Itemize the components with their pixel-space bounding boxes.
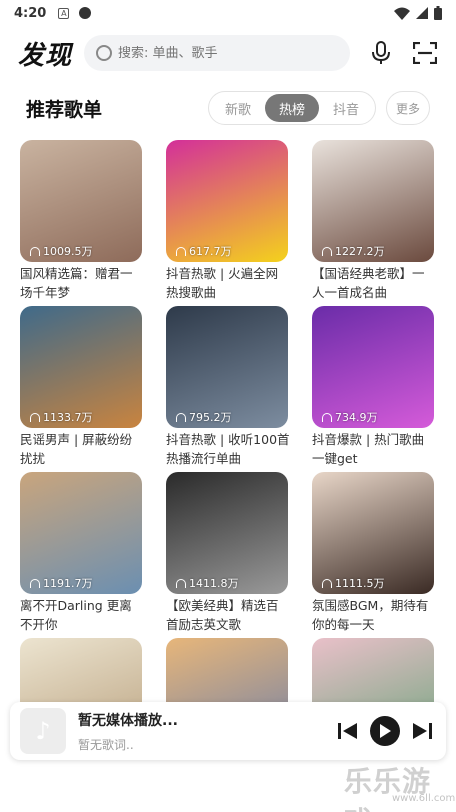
section-row: 推荐歌单 新歌 热榜 抖音 更多 (0, 90, 456, 126)
play-count: 1191.7万 (30, 575, 93, 591)
headphones-icon (176, 578, 186, 588)
play-count-text: 1111.5万 (335, 577, 385, 590)
playlist-cover[interactable]: 1133.7万 (20, 306, 142, 428)
playlist-title[interactable]: 【欧美经典】精选百首励志英文歌 (166, 596, 290, 634)
play-icon (380, 724, 391, 738)
playlist-card[interactable]: 1111.5万氛围感BGM，期待有你的每一天 (312, 472, 436, 632)
play-count-text: 1009.5万 (43, 245, 93, 258)
wifi-icon (394, 7, 410, 20)
playlist-title[interactable] (20, 762, 144, 800)
player-lyric: 暂无歌词.. (78, 737, 134, 752)
play-count: 1009.5万 (30, 243, 93, 259)
headphones-icon (322, 412, 332, 422)
tab-new-songs[interactable]: 新歌 (211, 94, 265, 122)
search-input[interactable] (118, 45, 319, 61)
microphone-icon[interactable] (368, 40, 394, 66)
mini-player[interactable]: ♪ 暂无媒体播放... 暂无歌词.. (10, 702, 446, 760)
playlist-title[interactable]: 民谣男声 | 屏蔽纷纷扰扰 (20, 430, 144, 468)
headphones-icon (322, 578, 332, 588)
playlist-title[interactable]: 【国语经典老歌】一人一首成名曲 (312, 264, 436, 302)
status-bar: 4:20 A (0, 0, 456, 26)
playlist-card[interactable]: 617.7万抖音热歌 | 火遍全网热搜歌曲 (166, 140, 290, 300)
player-controls (334, 716, 436, 746)
search-bar[interactable] (84, 35, 350, 71)
play-count: 1111.5万 (322, 575, 385, 591)
headphones-icon (30, 578, 40, 588)
play-count: 734.9万 (322, 409, 378, 425)
playlist-card[interactable]: 795.2万抖音热歌 | 收听100首热播流行单曲 (166, 306, 290, 466)
play-button[interactable] (370, 716, 400, 746)
playlist-cover[interactable]: 1111.5万 (312, 472, 434, 594)
tab-hot-chart[interactable]: 热榜 (265, 94, 319, 122)
playlist-cover[interactable]: 1191.7万 (20, 472, 142, 594)
play-count: 795.2万 (176, 409, 232, 425)
playlist-title[interactable]: 抖音爆款 | 热门歌曲一键get (312, 430, 436, 468)
playlist-cover[interactable]: 1411.8万 (166, 472, 288, 594)
headphones-icon (30, 246, 40, 256)
playlist-grid: 1009.5万 国风精选篇：赠君一场千年梦 617.7万 抖音热歌 | 火遍全网热搜歌… (20, 140, 436, 794)
playlist-title[interactable]: 抖音热歌 | 收听100首热播流行单曲 (166, 430, 290, 468)
play-count-text: 1227.2万 (335, 245, 385, 258)
next-icon[interactable] (408, 717, 436, 745)
header: 发现 (0, 30, 456, 76)
playlist-title[interactable]: 离不开Darling 更离不开你 (20, 596, 144, 634)
notification-dot-icon (79, 7, 92, 19)
play-count-text: 617.7万 (189, 245, 232, 258)
music-note-icon: ♪ (20, 708, 66, 754)
play-count-text: 1411.8万 (189, 577, 239, 590)
player-info: 暂无媒体播放... 暂无歌词.. (78, 710, 178, 753)
playlist-cover[interactable]: 1009.5万 (20, 140, 142, 262)
section-title: 推荐歌单 (26, 98, 103, 121)
playlist-cover[interactable]: 795.2万 (166, 306, 288, 428)
headphones-icon (322, 246, 332, 256)
signal-icon (416, 7, 428, 19)
play-count: 617.7万 (176, 243, 232, 259)
play-count-text: 734.9万 (335, 411, 378, 424)
playlist-cover[interactable]: 617.7万 (166, 140, 288, 262)
playlist-card[interactable]: 1191.7万离不开Darling 更离不开你 (20, 472, 144, 632)
watermark-url: www.6ll.com (392, 793, 456, 804)
headphones-icon (176, 246, 186, 256)
more-button[interactable]: 更多 (386, 91, 430, 125)
playlist-title[interactable]: 抖音热歌 | 火遍全网热搜歌曲 (166, 264, 290, 302)
playlist-cover[interactable]: 734.9万 (312, 306, 434, 428)
status-time: 4:20 (14, 5, 47, 21)
tab-douyin[interactable]: 抖音 (319, 94, 373, 122)
battery-icon (434, 6, 442, 20)
playlist-card[interactable]: 1133.7万民谣男声 | 屏蔽纷纷扰扰 (20, 306, 144, 466)
playlist-cover[interactable]: 1227.2万 (312, 140, 434, 262)
play-count-text: 795.2万 (189, 411, 232, 424)
play-count-text: 1191.7万 (43, 577, 93, 590)
playlist-title[interactable] (166, 762, 290, 800)
play-count: 1411.8万 (176, 575, 239, 591)
play-count: 1133.7万 (30, 409, 93, 425)
playlist-card[interactable]: 1009.5万国风精选篇：赠君一场千年梦 (20, 140, 144, 300)
watermark-logo: 乐乐游戏 (344, 765, 432, 812)
previous-icon[interactable] (334, 717, 362, 745)
scan-icon[interactable] (412, 40, 438, 66)
playlist-card[interactable]: 1227.2万【国语经典老歌】一人一首成名曲 (312, 140, 436, 300)
playlist-title[interactable]: 国风精选篇：赠君一场千年梦 (20, 264, 144, 302)
headphones-icon (30, 412, 40, 422)
headphones-icon (176, 412, 186, 422)
play-count-text: 1133.7万 (43, 411, 93, 424)
notification-a-icon: A (58, 7, 70, 19)
playlist-card[interactable]: 734.9万抖音爆款 | 热门歌曲一键get (312, 306, 436, 466)
play-count: 1227.2万 (322, 243, 385, 259)
tab-group: 新歌 热榜 抖音 (208, 91, 376, 125)
page-title: 发现 (18, 40, 73, 71)
search-icon (96, 45, 113, 61)
playlist-card[interactable]: 1411.8万【欧美经典】精选百首励志英文歌 (166, 472, 290, 632)
playlist-title[interactable]: 氛围感BGM，期待有你的每一天 (312, 596, 436, 634)
player-song-title: 暂无媒体播放... (78, 712, 178, 729)
